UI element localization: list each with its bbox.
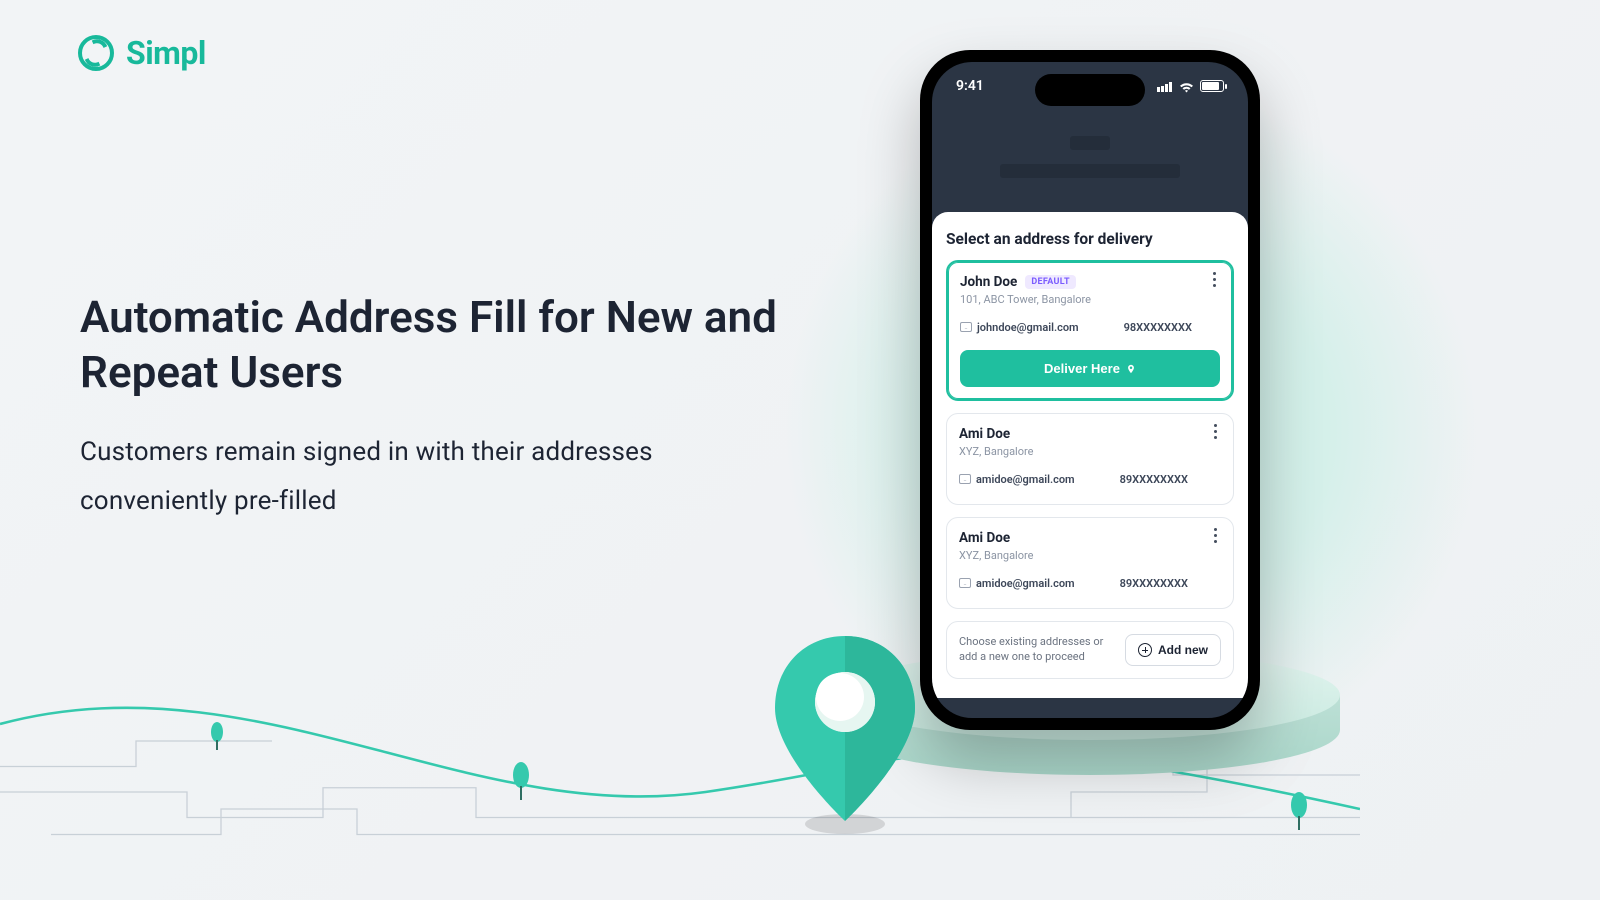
address-card[interactable]: Ami Doe XYZ, Bangalore amidoe@gmail.com …: [946, 517, 1234, 609]
mail-icon: [960, 322, 972, 332]
address-email: johndoe@gmail.com: [977, 321, 1079, 334]
address-card[interactable]: Ami Doe XYZ, Bangalore amidoe@gmail.com …: [946, 413, 1234, 505]
cellular-icon: [1157, 81, 1173, 92]
hero-subhead: Customers remain signed in with their ad…: [80, 428, 780, 527]
mail-icon: [959, 578, 971, 588]
add-new-button[interactable]: Add new: [1125, 634, 1221, 666]
address-name: Ami Doe: [959, 530, 1010, 546]
tree-decoration: [1290, 792, 1308, 830]
address-email: amidoe@gmail.com: [976, 577, 1075, 590]
address-phone: 89XXXXXXXX: [1120, 577, 1188, 590]
address-card[interactable]: John Doe DEFAULT 101, ABC Tower, Bangalo…: [946, 260, 1234, 401]
address-line: XYZ, Bangalore: [959, 549, 1221, 562]
more-options-icon[interactable]: [1206, 272, 1222, 287]
address-line: XYZ, Bangalore: [959, 445, 1221, 458]
mail-icon: [959, 474, 971, 484]
footer-helper-text: Choose existing addresses or add a new o…: [959, 635, 1115, 665]
address-phone: 98XXXXXXXX: [1124, 321, 1192, 334]
deliver-here-button[interactable]: Deliver Here: [960, 350, 1220, 387]
battery-icon: [1200, 80, 1224, 92]
brand-name: Simpl: [126, 34, 206, 72]
pin-icon: [1126, 364, 1136, 374]
more-options-icon[interactable]: [1207, 424, 1223, 439]
plus-icon: [1138, 643, 1152, 657]
address-name: Ami Doe: [959, 426, 1010, 442]
sheet-title: Select an address for delivery: [946, 230, 1234, 248]
hero-headline: Automatic Address Fill for New and Repea…: [80, 290, 780, 400]
address-email: amidoe@gmail.com: [976, 473, 1075, 486]
address-sheet: Select an address for delivery John Doe …: [932, 212, 1248, 698]
dynamic-island: [1035, 74, 1145, 106]
address-name: John Doe: [960, 274, 1017, 290]
address-line: 101, ABC Tower, Bangalore: [960, 293, 1220, 306]
wifi-icon: [1179, 81, 1194, 92]
tree-decoration: [210, 722, 224, 750]
address-phone: 89XXXXXXXX: [1120, 473, 1188, 486]
brand-logo: Simpl: [78, 34, 206, 72]
add-address-row: Choose existing addresses or add a new o…: [946, 621, 1234, 679]
tree-decoration: [512, 762, 530, 800]
hero-copy: Automatic Address Fill for New and Repea…: [80, 290, 780, 527]
more-options-icon[interactable]: [1207, 528, 1223, 543]
status-time: 9:41: [956, 78, 984, 94]
phone-mockup: 9:41 Select an address for delivery John…: [920, 50, 1260, 730]
location-pin-icon: [770, 636, 920, 840]
brand-mark-icon: [78, 35, 114, 71]
blurred-background-content: [932, 102, 1248, 212]
default-badge: DEFAULT: [1025, 275, 1076, 289]
